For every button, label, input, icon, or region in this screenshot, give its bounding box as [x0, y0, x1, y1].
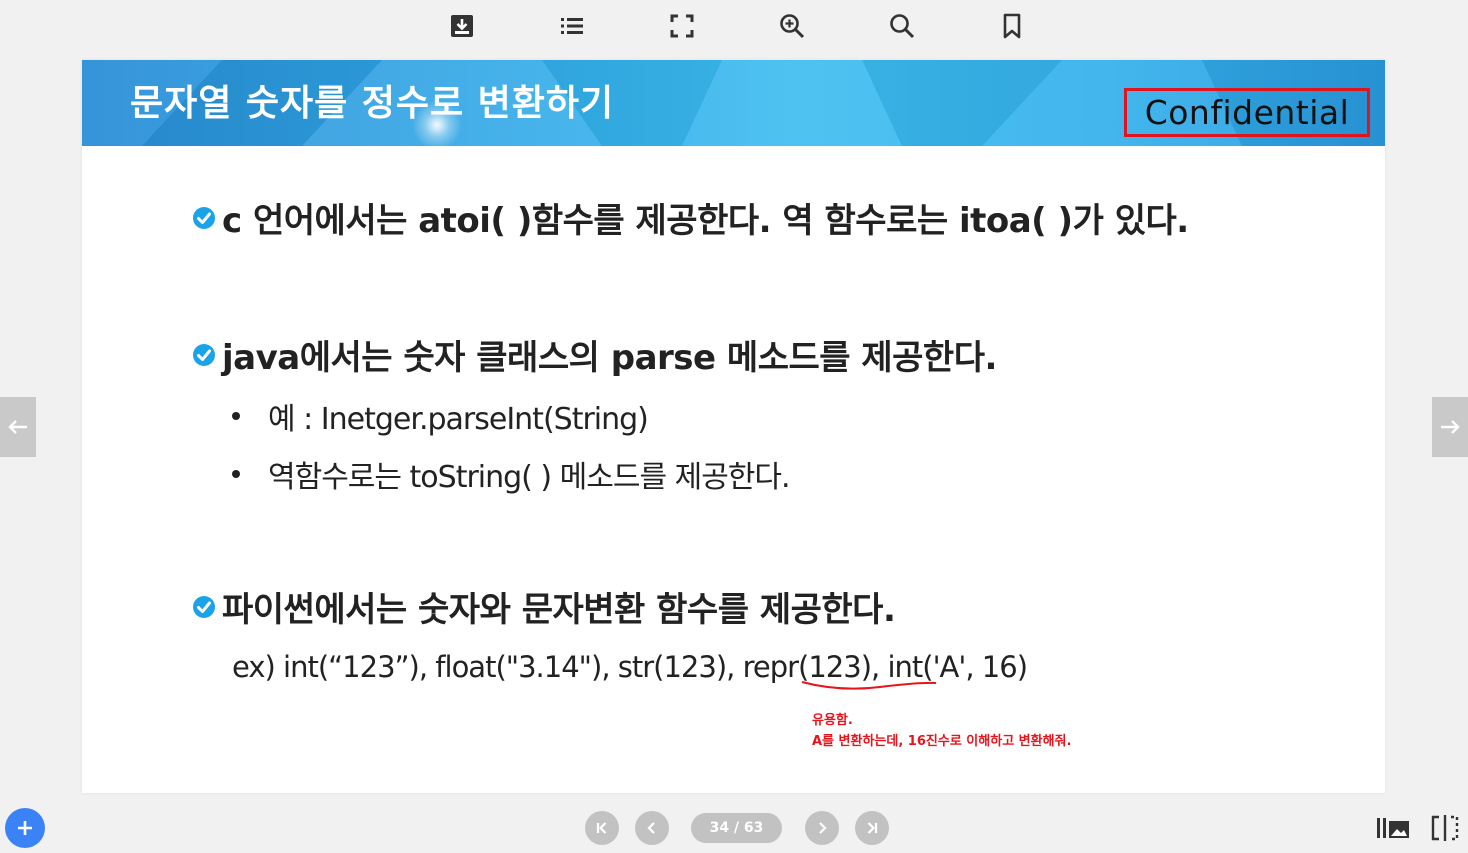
first-page-button[interactable]: [585, 811, 619, 845]
last-page-button[interactable]: [855, 811, 889, 845]
annotation-note-line: A를 변환하는데, 16진수로 이해하고 변환해줘.: [812, 734, 1072, 749]
fullscreen-icon: [670, 14, 694, 38]
bullet-text: 파이썬에서는 숫자와 문자변환 함수를 제공한다.: [222, 590, 896, 630]
bullet-java: java에서는 숫자 클래스의 parse 메소드를 제공한다.: [192, 330, 997, 379]
java-subitem: 예 : Inetger.parseInt(String): [232, 394, 649, 438]
check-circle-icon: [193, 343, 215, 366]
next-page-button[interactable]: [805, 811, 839, 845]
split-view-button[interactable]: [1428, 812, 1462, 844]
thumbnails-button[interactable]: [1376, 812, 1410, 844]
search-icon: [890, 14, 915, 39]
subitem-text: 역함수로는 toString( ) 메소드를 제공한다.: [268, 460, 791, 495]
zoom-in-button[interactable]: [774, 8, 810, 44]
previous-page-arrow[interactable]: [0, 397, 36, 457]
plus-icon: [18, 821, 32, 835]
previous-page-button[interactable]: [635, 811, 669, 845]
bookmark-button[interactable]: [994, 8, 1030, 44]
table-of-contents-button[interactable]: [554, 8, 590, 44]
chevron-right-icon: [819, 822, 827, 834]
bookmark-icon: [1003, 13, 1021, 39]
last-page-icon: [867, 822, 878, 834]
bullet-dot: [232, 412, 240, 420]
first-page-icon: [596, 822, 607, 834]
bullet-text: java에서는 숫자 클래스의 parse 메소드를 제공한다.: [222, 338, 997, 378]
page-indicator[interactable]: 34 / 63: [691, 813, 782, 843]
download-icon: [451, 15, 473, 37]
subitem-text: 예 : Inetger.parseInt(String): [268, 402, 649, 437]
arrow-left-icon: [8, 420, 27, 434]
zoom-in-icon: [780, 14, 805, 39]
chevron-left-icon: [647, 822, 655, 834]
top-toolbar: [0, 0, 1468, 52]
split-view-icon: [1431, 815, 1459, 841]
annotation-note-line: 유용함.: [812, 713, 853, 728]
add-button[interactable]: [5, 808, 45, 848]
download-button[interactable]: [444, 8, 480, 44]
confidential-stamp: Confidential: [1124, 88, 1370, 137]
slide-header-banner: 문자열 숫자를 정수로 변환하기 Confidential: [82, 60, 1385, 146]
check-circle-icon: [193, 206, 215, 229]
bullet-text: c 언어에서는 atoi( )함수를 제공한다. 역 함수로는 itoa( )가…: [222, 201, 1189, 241]
fullscreen-button[interactable]: [664, 8, 700, 44]
bullet-c-language: c 언어에서는 atoi( )함수를 제공한다. 역 함수로는 itoa( )가…: [192, 193, 1189, 242]
thumbnails-icon: [1377, 818, 1409, 838]
bullet-python: 파이썬에서는 숫자와 문자변환 함수를 제공한다.: [192, 582, 896, 631]
arrow-right-icon: [1441, 420, 1460, 434]
bullet-dot: [232, 470, 240, 478]
list-icon: [561, 18, 583, 34]
java-subitem: 역함수로는 toString( ) 메소드를 제공한다.: [232, 452, 791, 496]
slide-title: 문자열 숫자를 정수로 변환하기: [130, 83, 615, 124]
red-underline-annotation: [801, 681, 937, 690]
next-page-arrow[interactable]: [1432, 397, 1468, 457]
check-circle-icon: [193, 595, 215, 618]
slide-page: 문자열 숫자를 정수로 변환하기 Confidential c 언어에서는 at…: [82, 60, 1385, 793]
search-button[interactable]: [884, 8, 920, 44]
